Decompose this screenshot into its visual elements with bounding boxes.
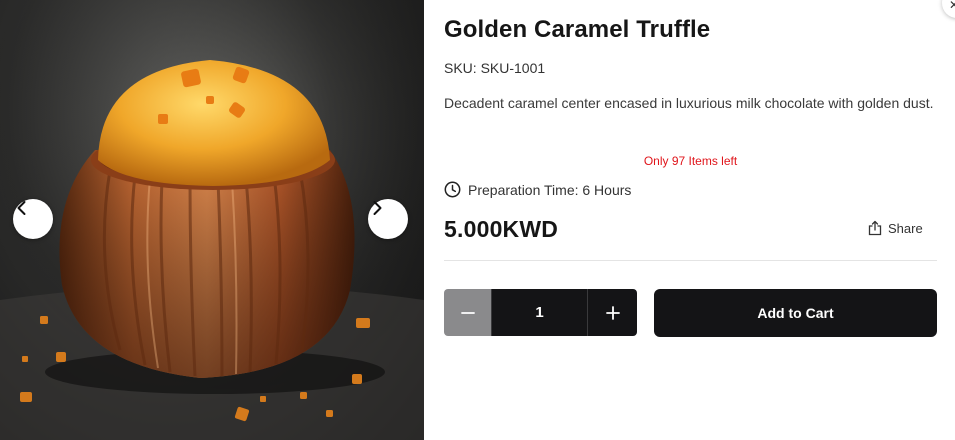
minus-icon: [460, 311, 475, 314]
close-icon: ✕: [949, 0, 955, 12]
next-image-button[interactable]: [368, 199, 408, 239]
quantity-input[interactable]: [491, 289, 588, 336]
product-sku: SKU: SKU-1001: [444, 60, 546, 76]
share-icon: [868, 220, 882, 236]
share-label: Share: [888, 220, 923, 236]
plus-icon: [605, 305, 620, 320]
product-title: Golden Caramel Truffle: [444, 16, 711, 43]
product-image-gallery: [0, 0, 424, 440]
product-description: Decadent caramel center encased in luxur…: [444, 95, 934, 111]
preparation-time-label: Preparation Time: 6 Hours: [468, 181, 632, 198]
quantity-stepper: [444, 289, 637, 336]
decrease-quantity-button[interactable]: [444, 289, 491, 336]
chevron-right-icon: [373, 201, 382, 215]
chevron-left-icon: [17, 201, 26, 215]
close-button[interactable]: ✕: [942, 0, 955, 18]
share-button[interactable]: Share: [868, 220, 923, 236]
product-price: 5.000KWD: [444, 216, 559, 242]
clock-icon: [444, 181, 461, 198]
increase-quantity-button[interactable]: [588, 289, 637, 336]
preparation-time: Preparation Time: 6 Hours: [444, 181, 631, 198]
product-details: Golden Caramel Truffle SKU: SKU-1001 Dec…: [444, 0, 937, 440]
divider: [444, 260, 937, 261]
stock-notice: Only 97 Items left: [643, 154, 738, 168]
previous-image-button[interactable]: [13, 199, 53, 239]
add-to-cart-button[interactable]: Add to Cart: [654, 289, 937, 337]
product-image: [0, 0, 424, 440]
